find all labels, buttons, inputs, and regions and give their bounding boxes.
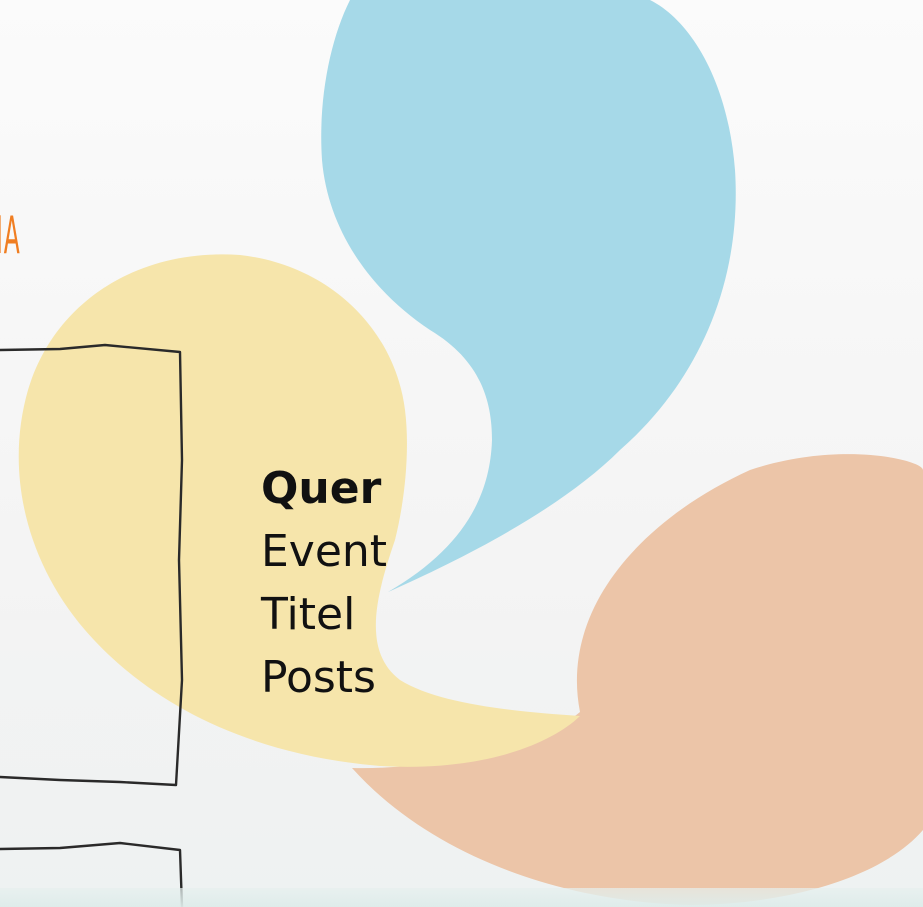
bottom-fade-strip (0, 888, 923, 907)
menu-item-event[interactable]: Event (261, 520, 387, 583)
section-heading-fragment: IA (0, 206, 21, 266)
background-illustration (0, 0, 923, 907)
menu-item-posts[interactable]: Posts (261, 646, 387, 709)
menu-item-titel[interactable]: Titel (261, 583, 387, 646)
topic-menu: Quer Event Titel Posts (261, 457, 387, 709)
peach-speech-bubble-shape (352, 454, 923, 905)
menu-item-quer[interactable]: Quer (261, 457, 387, 520)
